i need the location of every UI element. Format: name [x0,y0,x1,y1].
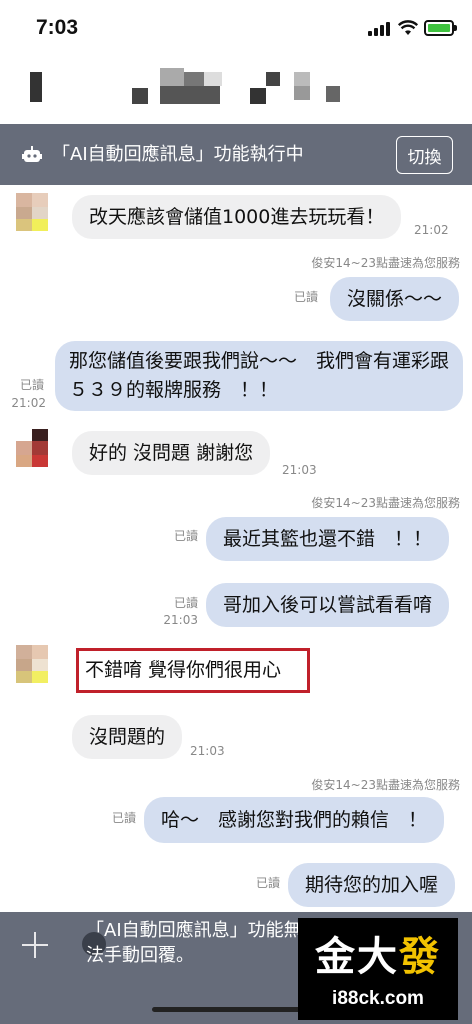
message-bubble[interactable]: 沒關係～～ [330,277,460,321]
watermark-site: i88ck.com [332,988,424,1009]
robot-icon [22,146,42,162]
status-bar: 7:03 [0,0,472,58]
ai-auto-reply-banner: 「AI自動回應訊息」功能執行中 切換 [0,124,472,185]
message-time: 21:03 [163,613,198,627]
battery-icon [424,20,457,36]
input-disabled-notice: 「AI自動回應訊息」功能無法手動回覆。 [86,920,302,966]
chat-message-list[interactable]: 改天應該會儲值1000進去玩玩看！ 21:02 俊安14~23點盡速為您服務 已… [0,185,472,912]
wifi-icon [398,20,418,35]
ai-banner-text: 「AI自動回應訊息」功能執行中 [52,144,304,165]
watermark-brand-main: 金大 [315,934,399,980]
read-receipt: 已讀 [255,876,280,890]
message-bubble[interactable]: 期待您的加入喔 [288,863,456,907]
status-time: 7:03 [36,16,79,39]
service-hours-note: 俊安14~23點盡速為您服務 [311,256,460,270]
message-bubble[interactable]: 沒問題的 [72,715,183,759]
home-indicator [152,1007,312,1012]
message-time: 21:02 [11,396,46,410]
message-bubble[interactable]: 那您儲值後要跟我們說～～ 我們會有運彩跟５３９的報牌服務 ！！ [55,341,463,411]
message-bubble[interactable]: 最近其籃也還不錯 ！！ [206,517,450,561]
contact-avatar [16,429,48,467]
cellular-signal-icon [368,22,392,36]
highlight-box [76,648,310,693]
service-hours-note: 俊安14~23點盡速為您服務 [311,778,460,792]
watermark-brand-accent: 發 [399,934,441,980]
message-time: 21:02 [414,223,449,237]
message-bubble[interactable]: 好的 沒問題 謝謝您 [72,431,271,475]
message-time: 21:03 [190,744,225,758]
read-receipt: 已讀 [19,378,44,392]
plus-icon[interactable] [22,932,48,958]
switch-button[interactable]: 切換 [396,136,453,174]
chat-header [0,58,472,124]
read-receipt: 已讀 [111,811,136,825]
contact-avatar [16,193,48,231]
message-bubble[interactable]: 哈～ 感謝您對我們的賴信 ！ [144,797,445,843]
message-bubble[interactable]: 改天應該會儲值1000進去玩玩看！ [72,195,402,239]
service-hours-note: 俊安14~23點盡速為您服務 [311,496,460,510]
read-receipt: 已讀 [293,290,318,304]
read-receipt: 已讀 [173,529,198,543]
contact-avatar [16,645,48,683]
watermark-brand: 金大發 [298,924,458,982]
watermark-logo: 金大發 i88ck.com [298,918,458,1020]
read-receipt: 已讀 [173,596,198,610]
message-bubble[interactable]: 哥加入後可以嘗試看看唷 [206,583,450,627]
message-time: 21:03 [282,463,317,477]
